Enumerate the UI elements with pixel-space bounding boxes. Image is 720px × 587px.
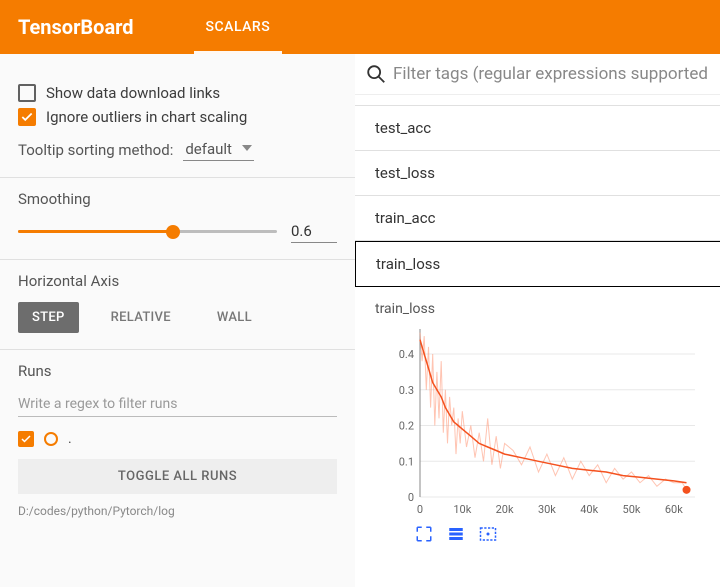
svg-text:0.3: 0.3 <box>399 384 414 397</box>
run-name: . <box>68 431 72 447</box>
smoothing-value-input[interactable] <box>291 220 337 243</box>
svg-text:0.4: 0.4 <box>399 348 414 361</box>
app-body: Show data download links Ignore outliers… <box>0 54 720 587</box>
svg-text:20k: 20k <box>496 503 514 516</box>
log-axis-icon[interactable] <box>447 525 465 543</box>
svg-text:0.2: 0.2 <box>399 420 414 433</box>
ignore-outliers-row: Ignore outliers in chart scaling <box>18 108 337 126</box>
show-download-checkbox[interactable] <box>18 84 36 102</box>
show-download-row: Show data download links <box>18 84 337 102</box>
haxis-relative-button[interactable]: RELATIVE <box>97 302 185 333</box>
chart-toolbar <box>415 525 714 543</box>
tag-test-loss[interactable]: test_loss <box>355 151 720 196</box>
search-icon <box>365 63 387 85</box>
tag-test-acc[interactable]: test_acc <box>355 105 720 151</box>
svg-text:30k: 30k <box>538 503 556 516</box>
tooltip-sort-row: Tooltip sorting method: default <box>18 138 337 161</box>
tooltip-sort-label: Tooltip sorting method: <box>18 141 173 159</box>
smoothing-slider-thumb[interactable] <box>166 225 180 239</box>
main-panel: test_acc test_loss train_acc train_loss … <box>355 54 720 587</box>
run-item: . <box>18 431 337 447</box>
haxis-wall-button[interactable]: WALL <box>203 302 266 333</box>
tab-scalars[interactable]: SCALARS <box>194 1 283 54</box>
svg-text:0.1: 0.1 <box>399 455 414 468</box>
tag-train-loss[interactable]: train_loss <box>355 241 720 287</box>
runs-section: Runs . TOGGLE ALL RUNS D:/codes/python/P… <box>0 350 355 534</box>
svg-text:50k: 50k <box>623 503 641 516</box>
haxis-buttons: STEP RELATIVE WALL <box>18 302 337 333</box>
svg-text:40k: 40k <box>580 503 598 516</box>
fit-domain-icon[interactable] <box>479 525 497 543</box>
show-download-label: Show data download links <box>46 84 220 102</box>
runs-filter-input[interactable] <box>18 392 337 417</box>
runs-path: D:/codes/python/Pytorch/log <box>18 504 337 518</box>
ignore-outliers-label: Ignore outliers in chart scaling <box>46 108 247 126</box>
app-title: TensorBoard <box>18 15 134 39</box>
tooltip-sort-select[interactable]: default <box>183 138 254 161</box>
options-section: Show data download links Ignore outliers… <box>0 66 355 178</box>
tag-list: test_acc test_loss train_acc train_loss <box>355 95 720 287</box>
svg-text:0: 0 <box>417 503 423 516</box>
ignore-outliers-checkbox[interactable] <box>18 108 36 126</box>
run-checkbox[interactable] <box>18 431 34 447</box>
haxis-step-button[interactable]: STEP <box>18 302 79 333</box>
expand-icon[interactable] <box>415 525 433 543</box>
horizontal-axis-section: Horizontal Axis STEP RELATIVE WALL <box>0 260 355 350</box>
chart-container: train_loss 0 0.1 0.2 0.3 0.4 0 10k 20k 30k 40k 50k… <box>355 287 720 543</box>
toggle-all-runs-button[interactable]: TOGGLE ALL RUNS <box>18 459 337 494</box>
haxis-title: Horizontal Axis <box>18 272 337 290</box>
tag-filter-row <box>355 54 720 95</box>
tag-train-acc[interactable]: train_acc <box>355 196 720 241</box>
smoothing-slider-row <box>18 220 337 243</box>
run-radio[interactable] <box>44 432 58 446</box>
svg-text:0: 0 <box>408 491 414 504</box>
smoothing-slider[interactable] <box>18 230 277 234</box>
chart-title: train_loss <box>375 301 714 317</box>
smoothing-section: Smoothing <box>0 178 355 260</box>
app-header: TensorBoard SCALARS <box>0 0 720 54</box>
smoothing-title: Smoothing <box>18 190 337 208</box>
sidebar: Show data download links Ignore outliers… <box>0 54 355 587</box>
svg-text:60k: 60k <box>665 503 683 516</box>
runs-title: Runs <box>18 362 337 380</box>
svg-text:10k: 10k <box>453 503 471 516</box>
tag-filter-input[interactable] <box>393 64 708 84</box>
train-loss-chart[interactable]: 0 0.1 0.2 0.3 0.4 0 10k 20k 30k 40k 50k 60k <box>375 325 700 517</box>
